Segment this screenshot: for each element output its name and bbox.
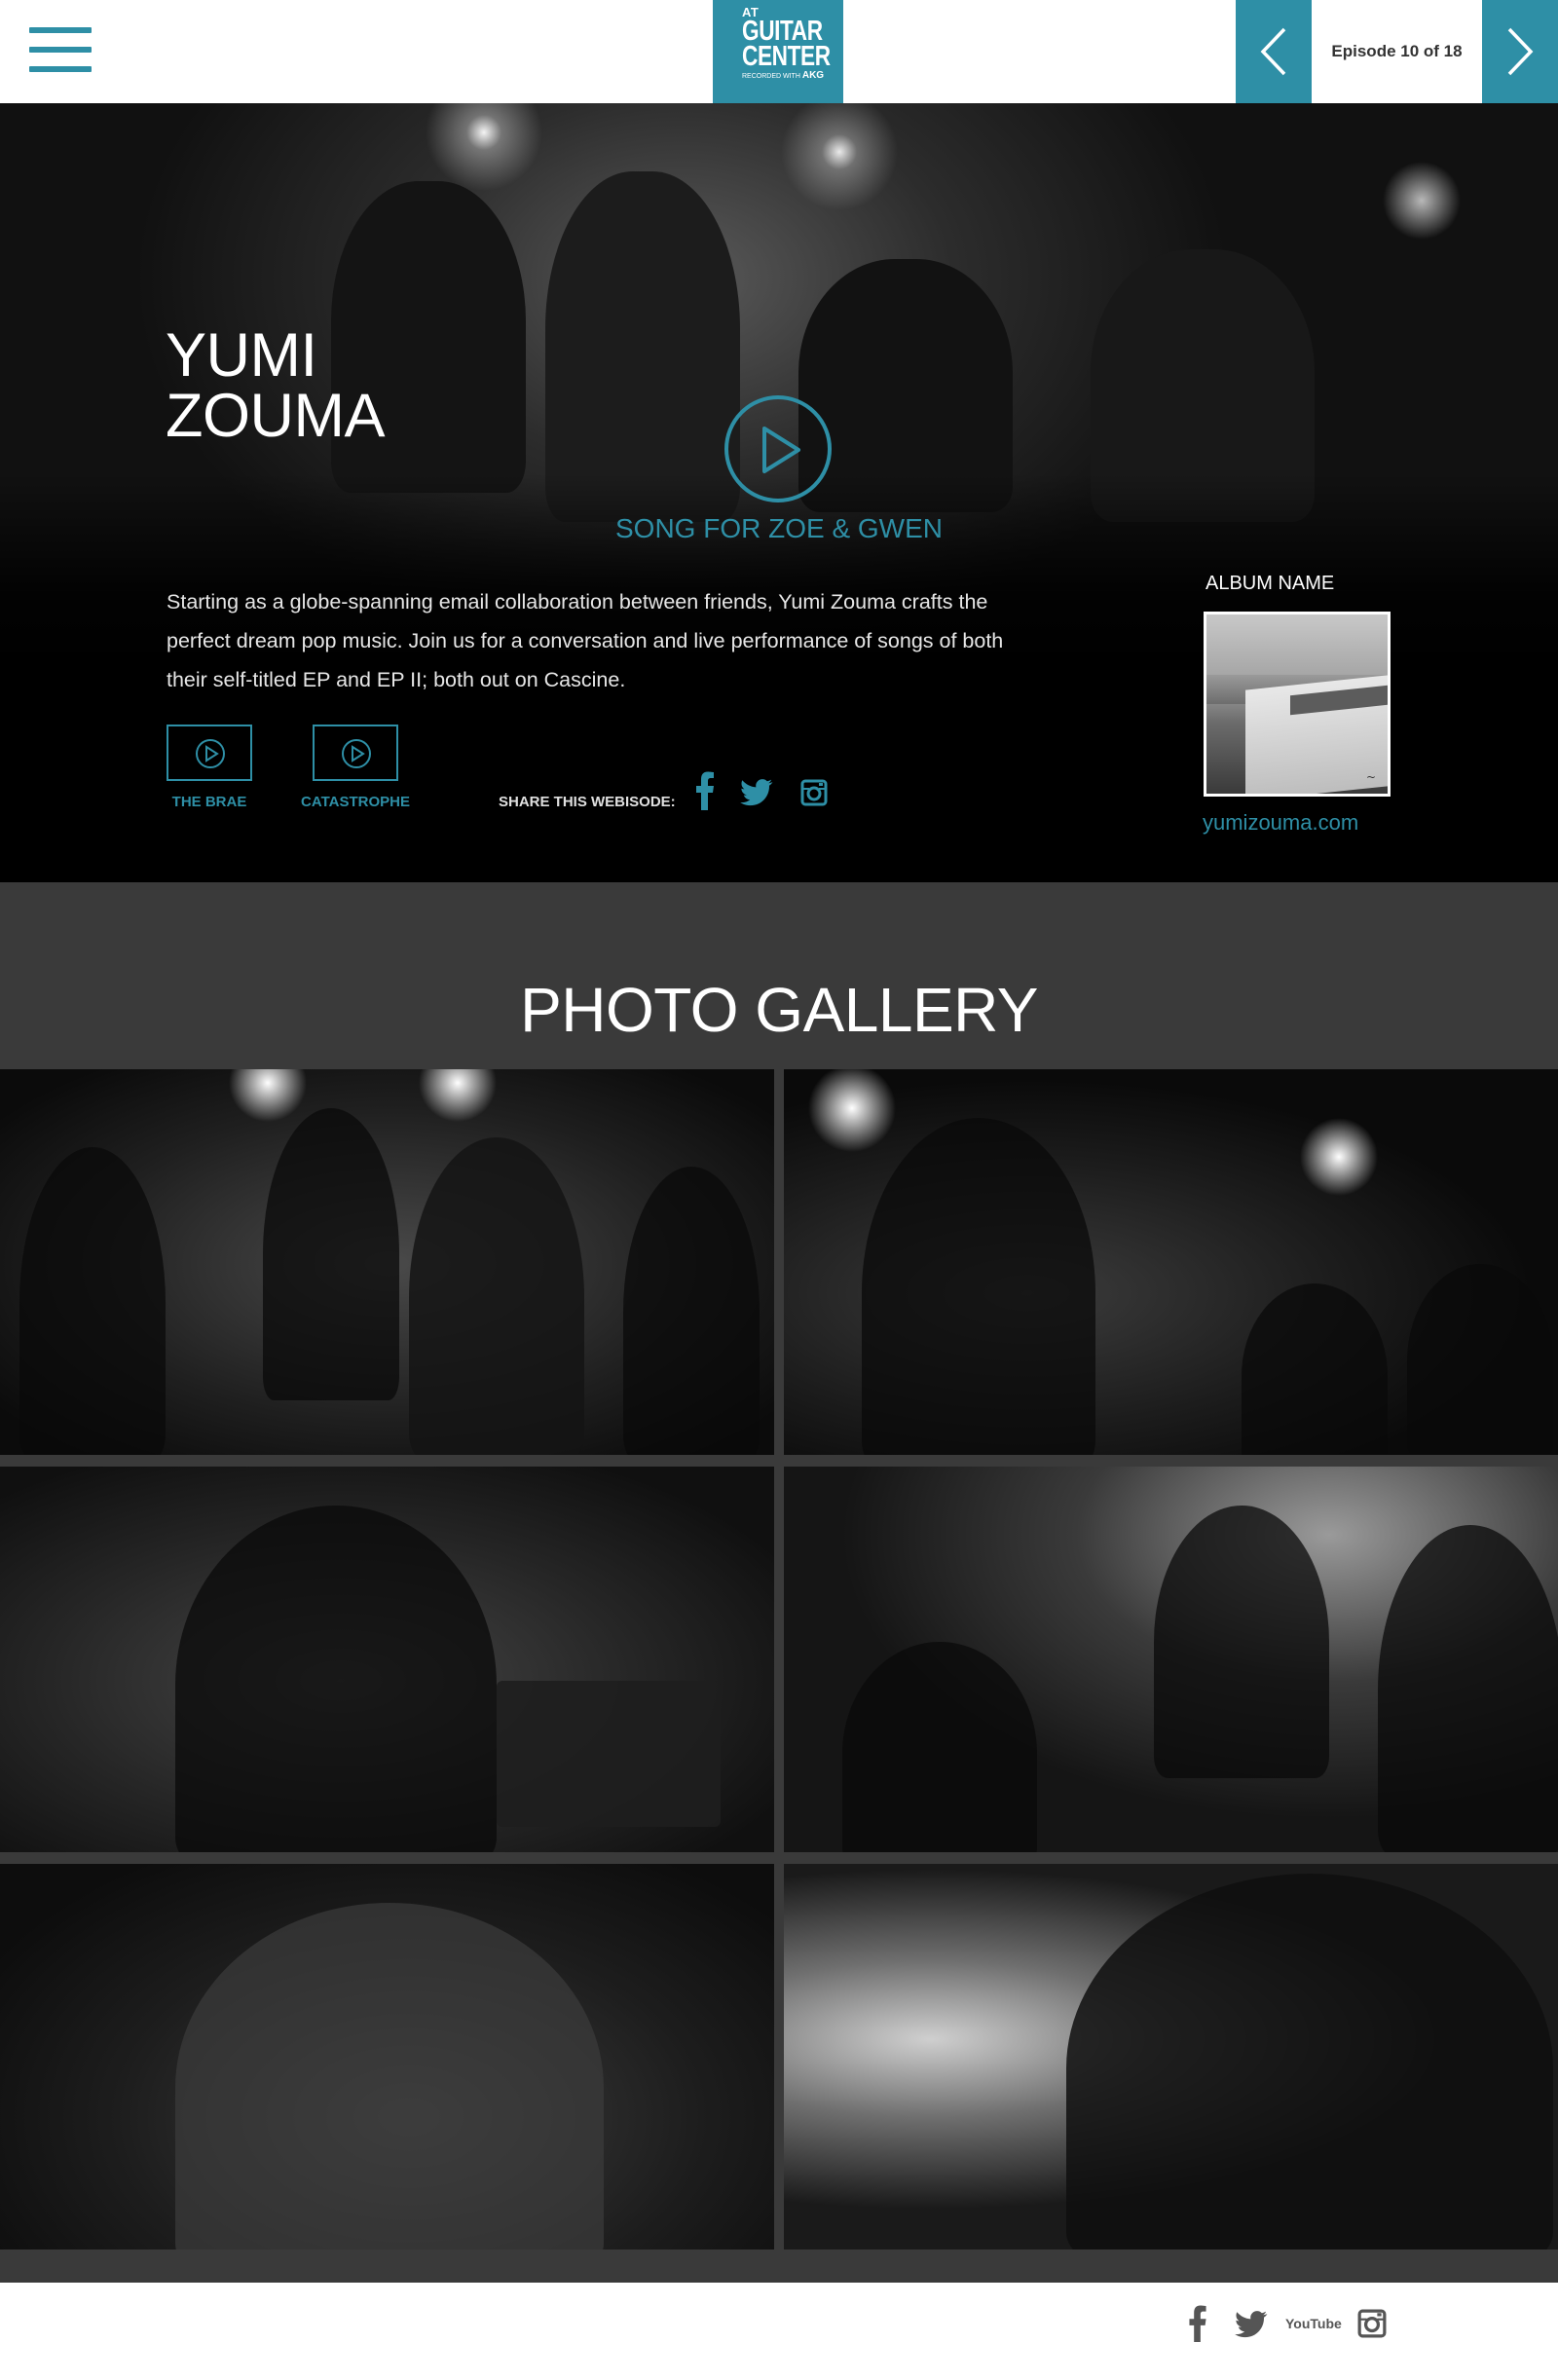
chevron-left-icon [1260, 27, 1286, 76]
video-button-catastrophe[interactable] [313, 725, 398, 781]
photo-figure [1378, 1525, 1558, 1852]
top-bar: AT GUITAR CENTER RECORDED WITH AKG Episo… [0, 0, 1558, 103]
photo-figure [623, 1167, 760, 1455]
band-name-line-1: YUMI [166, 321, 317, 390]
photo-figure [175, 1903, 604, 2250]
twitter-icon[interactable] [740, 779, 773, 806]
song-title[interactable]: SONG FOR ZOE & GWEN [584, 513, 974, 544]
gallery-photo-4[interactable] [784, 1467, 1558, 1852]
facebook-icon[interactable] [695, 771, 715, 810]
photo-figure [1407, 1264, 1553, 1455]
gallery-photo-1[interactable] [0, 1069, 774, 1455]
photo-figure [19, 1147, 166, 1455]
chevron-right-icon [1507, 27, 1534, 76]
youtube-icon-text: YouTube [1285, 2316, 1342, 2331]
logo-line-center: CENTER [742, 41, 831, 72]
facebook-icon[interactable] [1188, 2305, 1207, 2342]
youtube-icon[interactable]: YouTube [1285, 2316, 1342, 2331]
video-label-catastrophe[interactable]: CATASTROPHE [293, 794, 418, 810]
photo-figure [263, 1108, 399, 1400]
episode-counter: Episode 10 of 18 [1331, 42, 1463, 60]
play-circle-icon [196, 739, 225, 768]
video-label-the-brae[interactable]: THE BRAE [167, 794, 252, 810]
band-name: YUMI ZOUMA [166, 321, 516, 450]
gallery-photo-5[interactable] [0, 1864, 774, 2250]
band-member-silhouette [545, 171, 740, 522]
album-cover-image[interactable]: ~ [1204, 612, 1391, 797]
photo-figure [1242, 1283, 1388, 1455]
band-website-link[interactable]: yumizouma.com [1203, 810, 1358, 836]
play-icon [762, 427, 800, 473]
band-description: Starting as a globe-spanning email colla… [167, 590, 1004, 691]
logo-line-recorded: RECORDED WITH AKG [742, 70, 825, 81]
next-episode-button[interactable] [1482, 0, 1558, 103]
album-label: ALBUM NAME [1206, 573, 1335, 594]
gallery-photo-6[interactable] [784, 1864, 1558, 2250]
photo-figure [175, 1506, 497, 1852]
video-button-the-brae[interactable] [167, 725, 252, 781]
photo-figure [842, 1642, 1037, 1852]
share-label: SHARE THIS WEBISODE: [499, 794, 676, 810]
guitar-center-logo[interactable]: AT GUITAR CENTER RECORDED WITH AKG [713, 0, 843, 103]
play-video-button[interactable] [724, 395, 832, 502]
photo-figure [1066, 1874, 1553, 2250]
photo-figure [497, 1681, 721, 1827]
instagram-icon[interactable] [1357, 2309, 1387, 2338]
instagram-icon[interactable] [800, 779, 828, 806]
footer [0, 2283, 1558, 2380]
photo-figure [409, 1137, 584, 1455]
photo-figure [1154, 1506, 1329, 1778]
twitter-icon[interactable] [1235, 2311, 1268, 2338]
gallery-photo-2[interactable] [784, 1069, 1558, 1455]
previous-episode-button[interactable] [1236, 0, 1312, 103]
gallery-title: PHOTO GALLERY [520, 975, 1038, 1045]
photo-figure [862, 1118, 1095, 1455]
gallery-photo-3[interactable] [0, 1467, 774, 1852]
band-name-line-2: ZOUMA [166, 382, 385, 450]
hamburger-menu-icon[interactable] [29, 27, 92, 72]
album-cover-signature: ~ [1365, 770, 1376, 784]
play-circle-icon [342, 739, 371, 768]
